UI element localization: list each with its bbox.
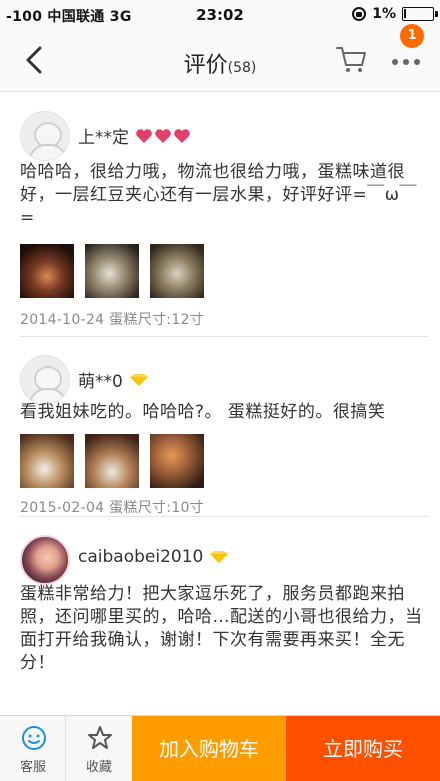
- review-photos: [20, 244, 204, 298]
- review-meta: 2014-10-24 蛋糕尺寸:12寸: [20, 312, 205, 328]
- review-photo[interactable]: [85, 244, 139, 298]
- bottom-action-bar: 客服 收藏 加入购物车 立即购买: [0, 715, 440, 781]
- review-item: caibaobei2010 蛋糕非常给力！把大家逗乐死了，服务员都跑来拍照，还问…: [20, 517, 428, 717]
- review-item: 萌**0 看我姐妹吃的。哈哈哈?。 蛋糕挺好的。很搞笑 2015-02-04 蛋…: [20, 337, 428, 517]
- reviewer-level: [135, 128, 191, 144]
- status-bar: -100 中国联通 3G 23:02 1%: [0, 0, 440, 32]
- review-count: (58): [227, 60, 257, 76]
- heart-icon: [174, 128, 190, 143]
- heart-icon: [136, 128, 152, 143]
- service-label: 客服: [19, 760, 46, 775]
- page-title: 评价(58): [0, 47, 440, 79]
- add-to-cart-button[interactable]: 加入购物车: [132, 716, 286, 781]
- buy-now-button[interactable]: 立即购买: [286, 716, 440, 781]
- reviewer-name: 上**定: [78, 128, 129, 148]
- battery-percent: 1%: [372, 6, 396, 22]
- review-photo[interactable]: [85, 434, 139, 488]
- more-icon[interactable]: [388, 48, 424, 72]
- review-text: 哈哈哈，很给力哦，物流也很给力哦，蛋糕味道很好，一层红豆夹心还有一层水果，好评好…: [20, 162, 417, 228]
- rotation-lock-icon: [352, 7, 367, 21]
- cart-icon[interactable]: [334, 42, 368, 76]
- battery-icon: [402, 7, 438, 21]
- reviewer-name: caibaobei2010: [78, 547, 204, 567]
- avatar: [20, 535, 70, 585]
- review-photo[interactable]: [20, 244, 74, 298]
- status-right: 1%: [352, 6, 438, 22]
- reviewer: 上**定: [78, 123, 191, 148]
- service-icon: [22, 726, 46, 750]
- favorite-label: 收藏: [85, 760, 112, 775]
- title-text: 评价: [183, 53, 228, 78]
- review-meta: 2015-02-04 蛋糕尺寸:10寸: [20, 500, 205, 516]
- review-photo[interactable]: [150, 244, 204, 298]
- favorite-tab[interactable]: 收藏: [66, 716, 132, 781]
- crown-icon: [129, 373, 148, 386]
- reviewer: caibaobei2010: [78, 547, 229, 567]
- heart-icon: [155, 128, 171, 143]
- notification-badge: 1: [400, 24, 424, 48]
- review-text: 蛋糕非常给力！把大家逗乐死了，服务员都跑来拍照，还问哪里买的，哈哈…配送的小哥也…: [20, 584, 423, 673]
- reviewer: 萌**0: [78, 367, 149, 392]
- reviewer-name: 萌**0: [78, 372, 123, 392]
- crown-icon: [210, 551, 229, 563]
- review-photos: [20, 434, 204, 488]
- avatar: [20, 111, 70, 161]
- review-list: 上**定 哈哈哈，很给力哦，物流也很给力哦，蛋糕味道很好，一层红豆夹心还有一层水…: [0, 93, 440, 717]
- navigation-bar: 评价(58) 1: [0, 24, 440, 92]
- avatar: [20, 355, 70, 405]
- star-icon: [88, 726, 112, 749]
- review-text: 看我姐妹吃的。哈哈哈?。 蛋糕挺好的。很搞笑: [20, 402, 386, 422]
- review-photo[interactable]: [20, 434, 74, 488]
- review-item: 上**定 哈哈哈，很给力哦，物流也很给力哦，蛋糕味道很好，一层红豆夹心还有一层水…: [20, 93, 428, 337]
- review-photo[interactable]: [150, 434, 204, 488]
- service-tab[interactable]: 客服: [0, 716, 66, 781]
